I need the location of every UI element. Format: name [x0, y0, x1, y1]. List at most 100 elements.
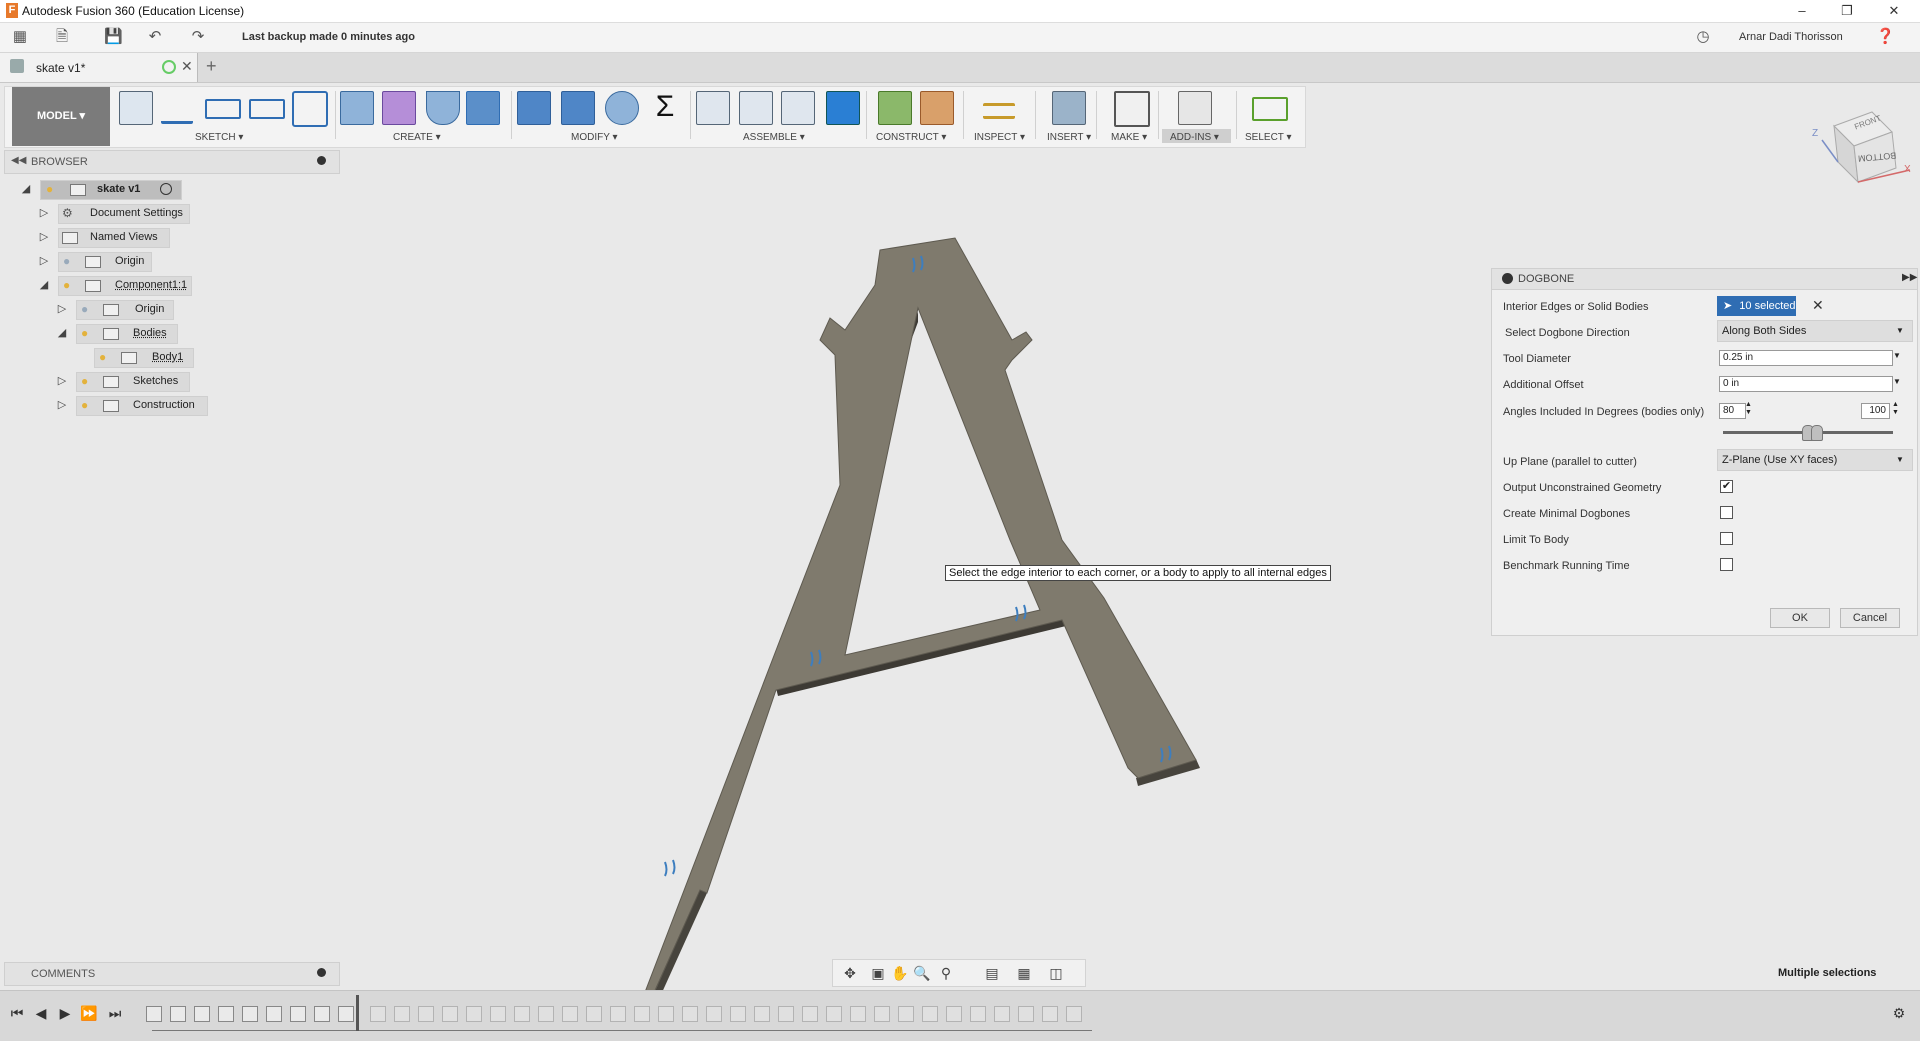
angle-slider-max-thumb[interactable] [1810, 425, 1823, 441]
step-forward-icon[interactable]: ⏩ [80, 1004, 98, 1022]
selected-edge[interactable] [664, 859, 676, 877]
timeline-feature[interactable] [586, 1006, 602, 1022]
fit-icon[interactable]: ⚲ [937, 964, 955, 982]
direction-label: Select Dogbone Direction [1505, 327, 1630, 339]
timeline-feature[interactable] [562, 1006, 578, 1022]
timeline-feature[interactable] [314, 1006, 330, 1022]
cancel-button[interactable]: Cancel [1840, 608, 1900, 628]
timeline-feature[interactable] [538, 1006, 554, 1022]
timeline-feature[interactable] [514, 1006, 530, 1022]
selection-chip[interactable]: ➤ 10 selected [1717, 296, 1796, 316]
up-plane-label: Up Plane (parallel to cutter) [1503, 456, 1637, 468]
timeline-settings-gear-icon[interactable]: ⚙ [1890, 1004, 1908, 1022]
timeline-feature[interactable] [338, 1006, 354, 1022]
timeline-feature[interactable] [418, 1006, 434, 1022]
benchmark-checkbox[interactable] [1720, 558, 1733, 571]
timeline-feature[interactable] [874, 1006, 890, 1022]
axis-z-label: Z [1812, 128, 1819, 139]
dialog-collapse-icon[interactable] [1502, 273, 1513, 284]
selection-count: 10 selected [1739, 300, 1796, 312]
timeline-feature[interactable] [706, 1006, 722, 1022]
timeline-feature[interactable] [658, 1006, 674, 1022]
timeline-feature[interactable] [442, 1006, 458, 1022]
timeline-feature[interactable] [1066, 1006, 1082, 1022]
dogbone-dialog: DOGBONE ▶▶ Interior Edges or Solid Bodie… [1491, 268, 1918, 636]
timeline-feature[interactable] [194, 1006, 210, 1022]
angle-max-input[interactable]: 100 [1861, 403, 1890, 419]
play-icon[interactable]: ▶ [56, 1004, 74, 1022]
viewcube[interactable]: FRONT BOTTOM Z X [1812, 104, 1912, 194]
navigation-bar: ✥ ▣ ✋ 🔍 ⚲ ▤ ▦ ◫ [832, 959, 1086, 987]
viewports-icon[interactable]: ◫ [1047, 964, 1065, 982]
grid-icon[interactable]: ▦ [1015, 964, 1033, 982]
angle-min-spinner-icon[interactable]: ▲ ▼ [1745, 401, 1752, 417]
zoom-icon[interactable]: 🔍 [913, 964, 931, 982]
timeline-feature[interactable] [466, 1006, 482, 1022]
angle-max-spinner-icon[interactable]: ▲ ▼ [1892, 401, 1899, 417]
timeline-feature[interactable] [1018, 1006, 1034, 1022]
timeline-feature[interactable] [754, 1006, 770, 1022]
look-at-icon[interactable]: ▣ [869, 964, 887, 982]
add-comment-icon[interactable] [317, 968, 326, 977]
angle-min-input[interactable]: 80 [1719, 403, 1746, 419]
tool-diameter-input[interactable]: 0.25 in [1719, 350, 1893, 366]
timeline-feature[interactable] [634, 1006, 650, 1022]
pan-hand-icon[interactable]: ✋ [891, 964, 909, 982]
timeline-feature[interactable] [290, 1006, 306, 1022]
timeline-feature[interactable] [778, 1006, 794, 1022]
cursor-arrow-icon: ➤ [1723, 300, 1733, 312]
timeline-feature[interactable] [802, 1006, 818, 1022]
chevron-down-icon[interactable]: ▼ [1893, 377, 1901, 386]
output-unconstrained-checkbox[interactable]: ✔ [1720, 480, 1733, 493]
timeline-feature[interactable] [170, 1006, 186, 1022]
create-minimal-checkbox[interactable] [1720, 506, 1733, 519]
up-plane-dropdown[interactable]: Z-Plane (Use XY faces) ▼ [1717, 449, 1913, 471]
timeline-feature[interactable] [266, 1006, 282, 1022]
limit-to-body-checkbox[interactable] [1720, 532, 1733, 545]
timeline-feature[interactable] [994, 1006, 1010, 1022]
dialog-header[interactable]: DOGBONE ▶▶ [1492, 269, 1917, 290]
direction-dropdown[interactable]: Along Both Sides ▼ [1717, 320, 1913, 342]
selection-tooltip: Select the edge interior to each corner,… [945, 565, 1331, 581]
timeline-feature[interactable] [1042, 1006, 1058, 1022]
chevron-down-icon[interactable]: ▼ [1896, 321, 1904, 341]
interior-edges-label: Interior Edges or Solid Bodies [1503, 301, 1649, 313]
up-plane-value: Z-Plane (Use XY faces) [1722, 454, 1838, 466]
create-minimal-label: Create Minimal Dogbones [1503, 508, 1631, 520]
timeline-feature[interactable] [242, 1006, 258, 1022]
display-settings-icon[interactable]: ▤ [983, 964, 1001, 982]
timeline-feature[interactable] [946, 1006, 962, 1022]
timeline-feature[interactable] [922, 1006, 938, 1022]
chevron-down-icon[interactable]: ▼ [1896, 450, 1904, 470]
timeline-feature[interactable] [490, 1006, 506, 1022]
angles-label: Angles Included In Degrees (bodies only) [1503, 406, 1705, 418]
a-frame-body[interactable] [641, 237, 1197, 1007]
ok-button[interactable]: OK [1770, 608, 1830, 628]
timeline-feature[interactable] [394, 1006, 410, 1022]
timeline-track [152, 1030, 1092, 1031]
limit-to-body-label: Limit To Body [1503, 534, 1569, 546]
comments-panel[interactable]: COMMENTS [4, 962, 340, 986]
offset-input[interactable]: 0 in [1719, 376, 1893, 392]
timeline-feature[interactable] [970, 1006, 986, 1022]
chevron-down-icon[interactable]: ▼ [1893, 351, 1901, 360]
dialog-expand-icon[interactable]: ▶▶ [1902, 272, 1917, 283]
timeline-feature[interactable] [826, 1006, 842, 1022]
step-back-icon[interactable]: ◀ [32, 1004, 50, 1022]
timeline-feature[interactable] [730, 1006, 746, 1022]
timeline-feature[interactable] [850, 1006, 866, 1022]
clear-selection-icon[interactable]: ✕ [1812, 297, 1824, 314]
timeline-feature[interactable] [218, 1006, 234, 1022]
offset-label: Additional Offset [1503, 379, 1584, 391]
timeline-feature[interactable] [610, 1006, 626, 1022]
timeline-feature[interactable] [682, 1006, 698, 1022]
go-to-end-icon[interactable]: ⏭ [106, 1004, 124, 1022]
timeline-marker[interactable] [356, 995, 359, 1031]
timeline: ⏮ ◀ ▶ ⏩ ⏭ ⚙ [0, 990, 1920, 1041]
orbit-icon[interactable]: ✥ [841, 964, 859, 982]
selection-status: Multiple selections [1778, 967, 1877, 979]
timeline-feature[interactable] [370, 1006, 386, 1022]
timeline-feature[interactable] [146, 1006, 162, 1022]
go-to-start-icon[interactable]: ⏮ [8, 1004, 26, 1022]
timeline-feature[interactable] [898, 1006, 914, 1022]
